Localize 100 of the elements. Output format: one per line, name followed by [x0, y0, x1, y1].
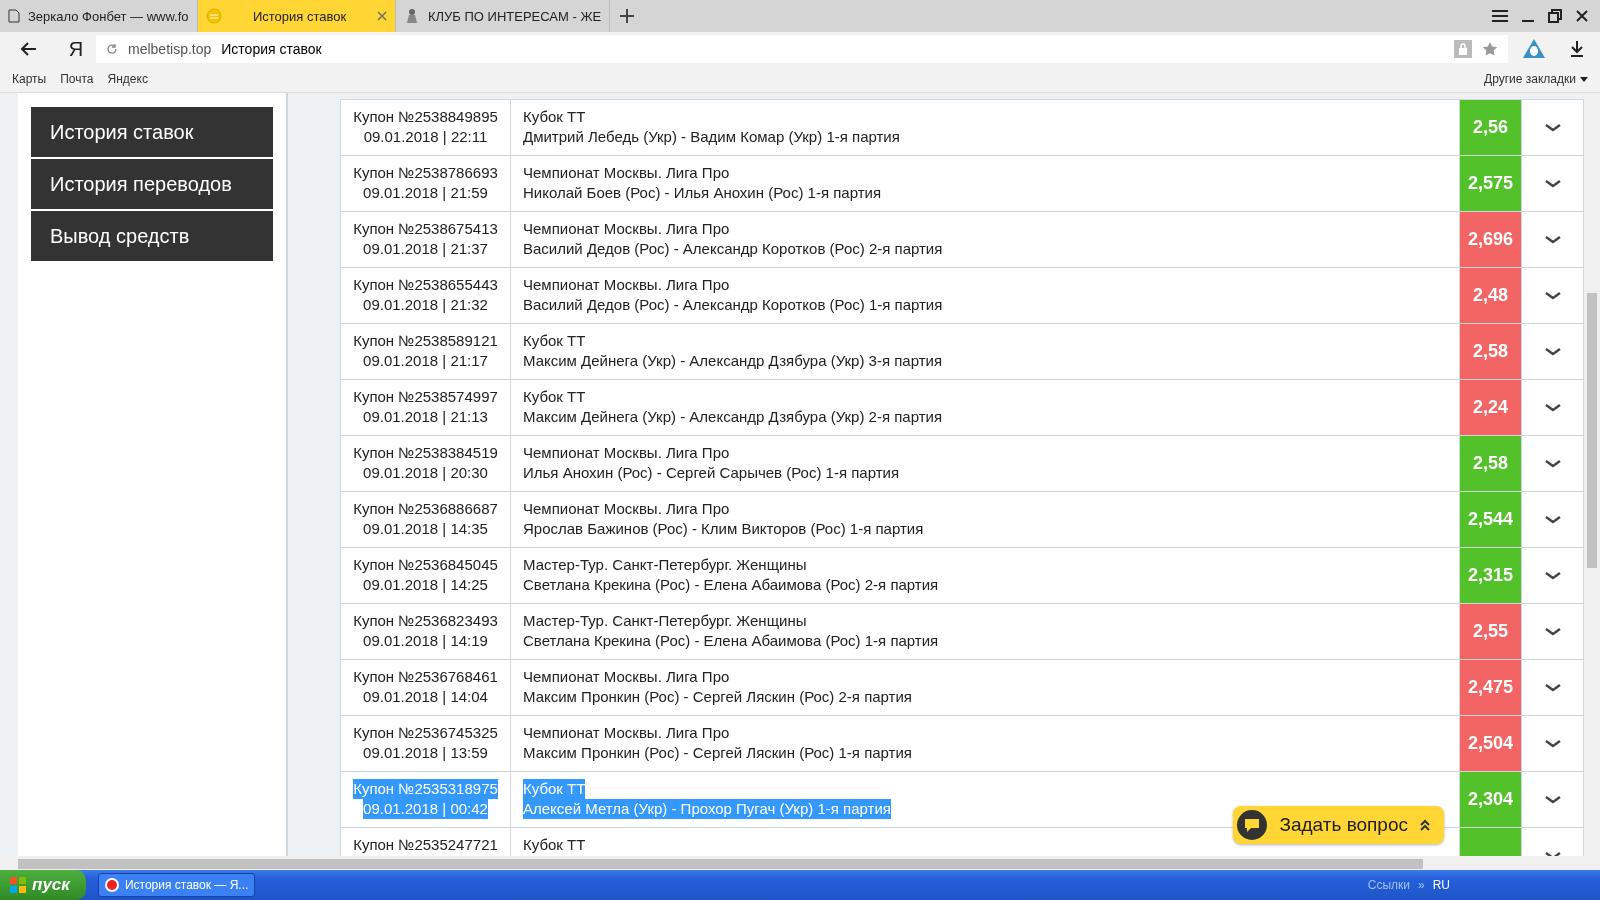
star-icon[interactable]: [1482, 41, 1498, 57]
back-arrow-icon[interactable]: [20, 42, 36, 56]
dropdown-caret-icon[interactable]: [1580, 76, 1588, 82]
match-name: Максим Пронкин (Рос) - Сергей Ляскин (Рос) 2-я партия: [523, 687, 912, 707]
shield-icon[interactable]: [1522, 38, 1546, 60]
tournament-name: Чемпионат Москвы. Лига Про: [523, 499, 730, 519]
coupon-number: Купон №2538384519: [353, 443, 498, 463]
tournament-name: Кубок ТТ: [523, 835, 586, 855]
address-bar[interactable]: melbetisp.top История ставок: [96, 35, 1508, 63]
page-icon: [8, 9, 20, 23]
bet-datetime: 09.01.2018 | 22:11: [363, 127, 488, 147]
ask-question-button[interactable]: Задать вопрос: [1233, 806, 1444, 844]
chat-bubble-icon: [1237, 810, 1268, 840]
chevron-down-icon[interactable]: [1543, 459, 1562, 469]
odds-cell: 2,24: [1459, 379, 1522, 436]
tournament-name: Чемпионат Москвы. Лига Про: [523, 219, 730, 239]
start-button[interactable]: пуск: [0, 870, 86, 900]
match-name: Светлана Крекина (Рос) - Елена Абаимова (Рос) 2-я партия: [523, 575, 939, 595]
odds-cell: 2,58: [1459, 323, 1522, 380]
bet-datetime: 09.01.2018 | 21:32: [363, 295, 488, 315]
bet-datetime: 09.01.2018 | 20:30: [363, 463, 488, 483]
odds-cell: 2,544: [1459, 491, 1522, 548]
browser-icon: [104, 878, 119, 892]
plus-icon[interactable]: [620, 9, 635, 23]
chevron-down-icon[interactable]: [1543, 235, 1562, 245]
match-name: Максим Пронкин (Рос) - Сергей Ляскин (Рос) 1-я партия: [523, 743, 912, 763]
coupon-number: Купон №2538574997: [353, 387, 498, 407]
coin-icon: [206, 8, 222, 24]
tournament-name: Кубок ТТ: [523, 387, 586, 407]
match-name: Светлана Крекина (Рос) - Елена Абаимова (Рос) 1-я партия: [523, 631, 939, 651]
taskbar-item[interactable]: История ставок — Я...: [97, 873, 256, 897]
browser-logo[interactable]: Я: [56, 37, 96, 61]
menu-icon[interactable]: [1492, 10, 1508, 22]
match-name: Николай Боев (Рос) - Илья Анохин (Рос) 1-я партия: [523, 183, 882, 203]
coupon-number: Купон №2538589121: [353, 331, 498, 351]
chevron-down-icon[interactable]: [1543, 627, 1562, 637]
sidebar-menu-item[interactable]: История ставок: [31, 107, 273, 157]
chevron-down-icon[interactable]: [1543, 571, 1562, 581]
bet-datetime: 09.01.2018 | 14:25: [363, 575, 488, 595]
reload-icon[interactable]: [106, 43, 118, 55]
match-name: Василий Дедов (Рос) - Александр Коротков (Рос) 2-я партия: [523, 239, 943, 259]
tournament-name: Чемпионат Москвы. Лига Про: [523, 163, 730, 183]
bet-datetime: 09.01.2018 | 14:19: [363, 631, 488, 651]
chevron-down-icon[interactable]: [1543, 123, 1562, 133]
download-icon[interactable]: [1570, 41, 1584, 57]
bet-datetime: 09.01.2018 | 14:35: [363, 519, 488, 539]
match-name: Алексей Метла (Укр) - Прохор Пугач (Укр) 1-я партия: [523, 799, 891, 819]
coupon-number: Купон №2535318975: [353, 779, 498, 799]
chevron-down-icon[interactable]: [1543, 403, 1562, 413]
odds-cell: 2,696: [1459, 211, 1522, 268]
match-name: Ярослав Бажинов (Рос) - Клим Викторов (Рос) 1-я партия: [523, 519, 924, 539]
chevron-down-icon[interactable]: [1543, 683, 1562, 693]
tournament-name: Чемпионат Москвы. Лига Про: [523, 275, 730, 295]
coupon-number: Купон №2535247721: [353, 835, 498, 855]
odds-cell: 2,315: [1459, 547, 1522, 604]
match-name: Василий Дедов (Рос) - Александр Коротков (Рос) 1-я партия: [523, 295, 943, 315]
bookmark-link[interactable]: Карты: [12, 72, 47, 86]
page-title: История ставок: [221, 41, 322, 57]
close-icon[interactable]: [1576, 10, 1588, 22]
chevron-down-icon[interactable]: [1543, 347, 1562, 357]
odds-cell: 2,55: [1459, 603, 1522, 660]
tournament-name: Чемпионат Москвы. Лига Про: [523, 667, 730, 687]
coupon-number: Купон №2536768461: [353, 667, 498, 687]
match-name: Максим Дейнега (Укр) - Александр Дзябура (Укр) 2-я партия: [523, 407, 943, 427]
match-name: Максим Дейнега (Укр) - Александр Дзябура (Укр) 3-я партия: [523, 351, 943, 371]
figure-icon: [404, 8, 420, 24]
coupon-number: Купон №2538786693: [353, 163, 498, 183]
odds-cell: 2,504: [1459, 715, 1522, 772]
scrollbar-thumb[interactable]: [1587, 293, 1597, 568]
coupon-number: Купон №2538849895: [353, 107, 498, 127]
windows-flag-icon: [10, 877, 26, 893]
odds-cell: 2,56: [1459, 99, 1522, 156]
chevron-down-icon[interactable]: [1543, 739, 1562, 749]
odds-cell: 2,304: [1459, 771, 1522, 828]
restore-icon[interactable]: [1548, 9, 1562, 23]
chevron-down-icon[interactable]: [1543, 795, 1562, 805]
sidebar-menu-item[interactable]: Вывод средств: [31, 211, 273, 261]
chevron-down-icon[interactable]: [1543, 515, 1562, 525]
bookmark-link[interactable]: Почта: [60, 72, 94, 86]
bet-datetime: 09.01.2018 | 21:17: [363, 351, 488, 371]
coupon-number: Купон №2536823493: [353, 611, 498, 631]
browser-tab[interactable]: История ставок: [198, 0, 396, 32]
double-chevron-up-icon: [1420, 819, 1430, 831]
tournament-name: Кубок ТТ: [523, 107, 586, 127]
tournament-name: Чемпионат Москвы. Лига Про: [523, 443, 730, 463]
coupon-number: Купон №2536845045: [353, 555, 498, 575]
odds-cell: 2,475: [1459, 659, 1522, 716]
chevron-down-icon[interactable]: [1543, 179, 1562, 189]
scrollbar-thumb[interactable]: [18, 859, 1423, 869]
other-bookmarks-link[interactable]: Другие закладки: [1484, 72, 1576, 86]
sidebar-menu-item[interactable]: История переводов: [31, 159, 273, 209]
odds-cell: 2,575: [1459, 155, 1522, 212]
language-indicator[interactable]: RU: [1432, 878, 1450, 892]
tournament-name: Мастер-Тур. Санкт-Петербург. Женщины: [523, 555, 807, 575]
bet-datetime: 09.01.2018 | 21:59: [363, 183, 488, 203]
odds-cell: 2,58: [1459, 435, 1522, 492]
chevron-down-icon[interactable]: [1543, 291, 1562, 301]
match-name: Илья Анохин (Рос) - Сергей Сарычев (Рос) 1-я партия: [523, 463, 900, 483]
bet-datetime: 09.01.2018 | 00:42: [363, 799, 488, 819]
bookmark-link[interactable]: Яндекс: [107, 72, 148, 86]
